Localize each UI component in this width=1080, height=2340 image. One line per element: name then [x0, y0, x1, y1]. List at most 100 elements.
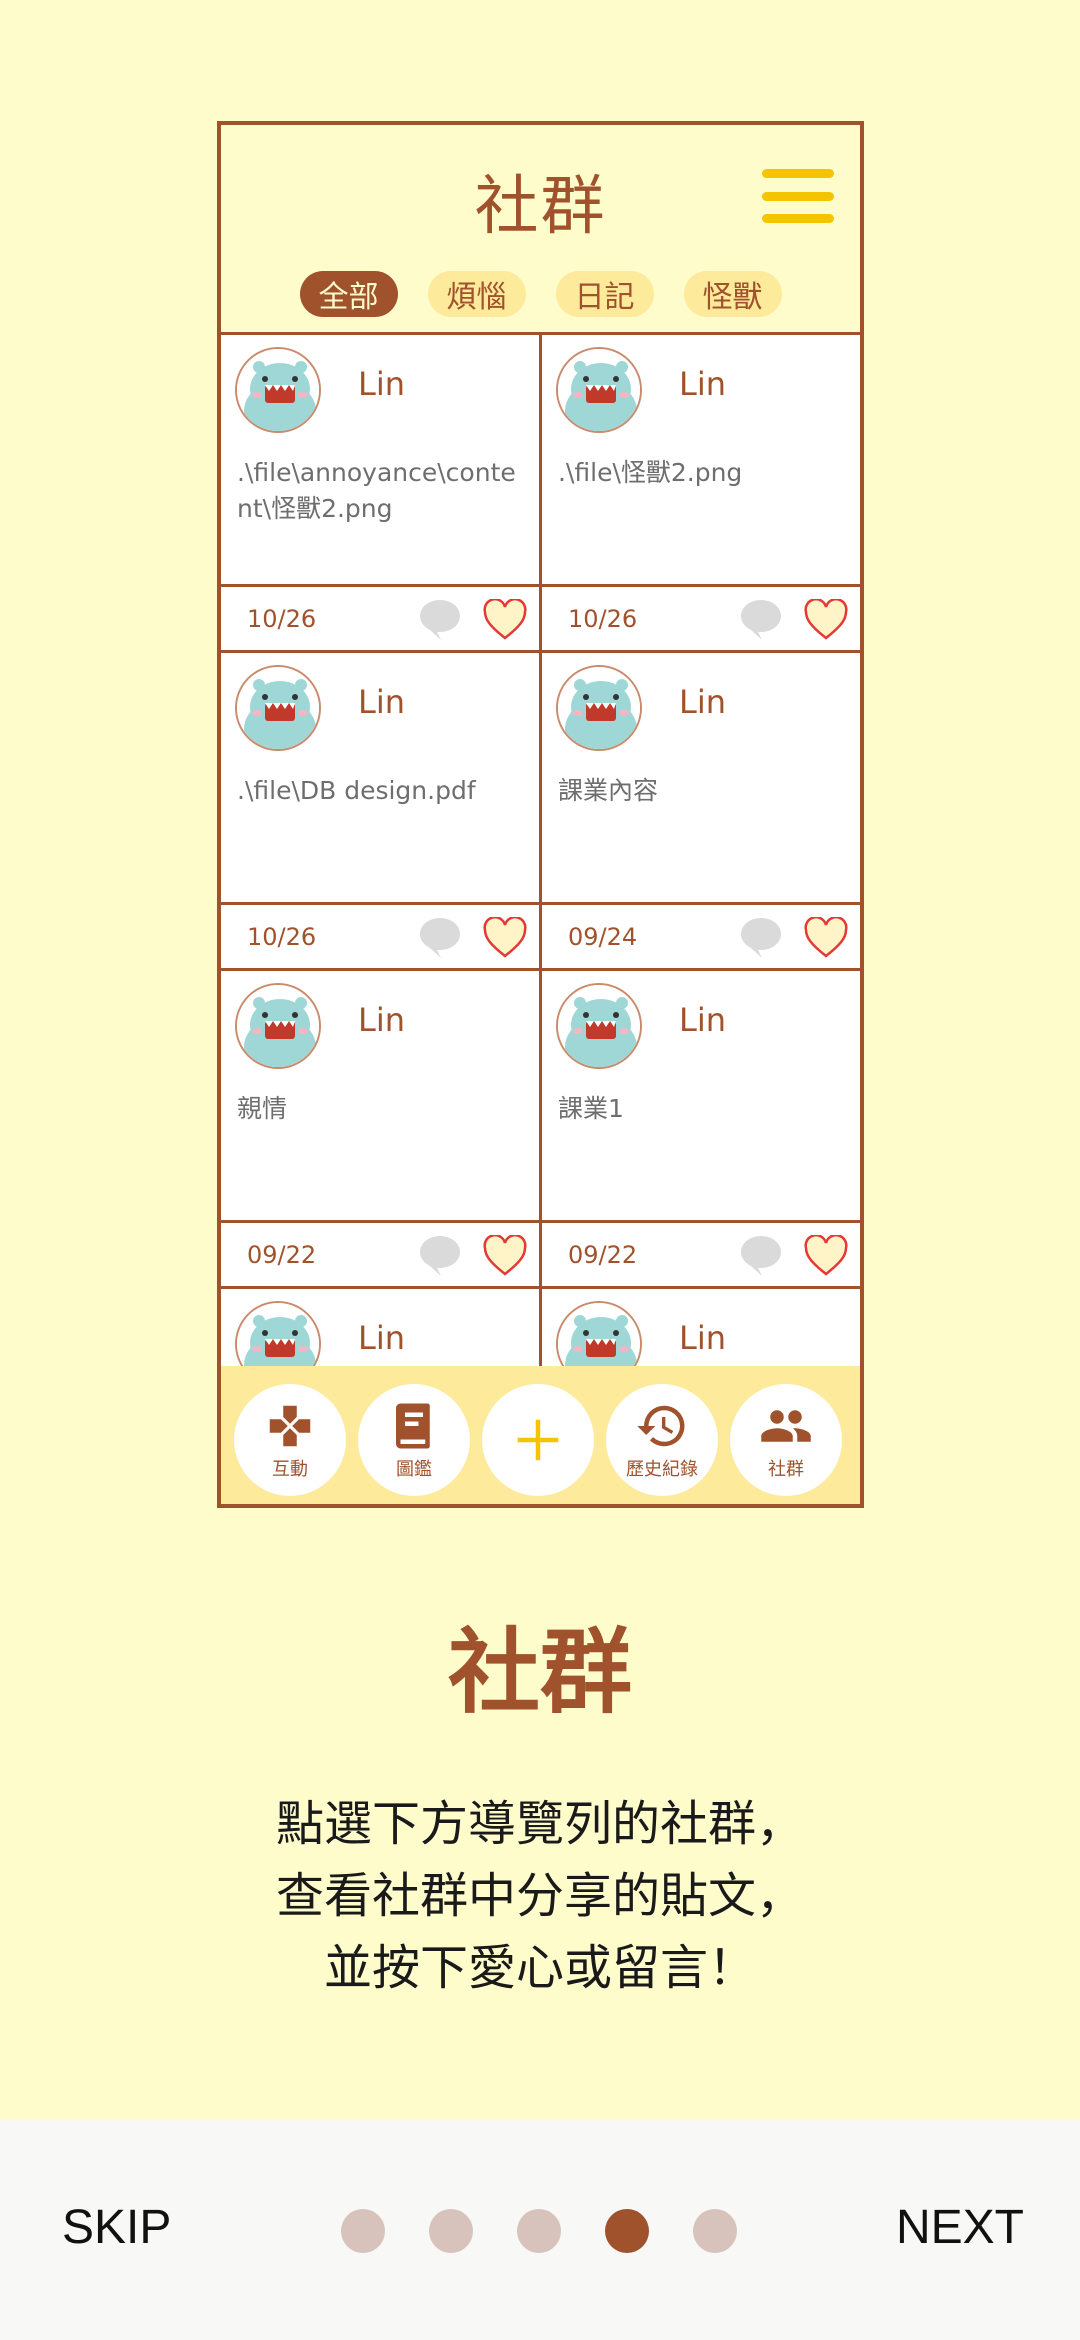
heart-icon: [804, 916, 848, 958]
nav-label: 歷史紀錄: [626, 1459, 698, 1480]
comment-button[interactable]: [738, 1233, 784, 1279]
post-content: .\file\DB design.pdf: [237, 776, 476, 805]
avatar[interactable]: [235, 983, 321, 1069]
post-actions: 09/22: [542, 1220, 860, 1286]
nav-label: 圖鑑: [396, 1459, 432, 1480]
app-header: 社群 全部 煩惱 日記 怪獸: [221, 125, 860, 335]
like-button[interactable]: [804, 1234, 848, 1277]
post-actions: 09/24: [542, 902, 860, 968]
post-username: Lin: [679, 683, 726, 721]
avatar[interactable]: [556, 665, 642, 751]
post-body: Lin .\file\怪獸2.png: [542, 335, 860, 582]
comment-icon: [741, 600, 781, 640]
avatar[interactable]: [235, 347, 321, 433]
comment-button[interactable]: [417, 1233, 463, 1279]
heart-icon: [483, 598, 527, 640]
page-dot[interactable]: [341, 2209, 385, 2253]
monster-avatar-icon: [237, 667, 319, 749]
avatar[interactable]: [556, 347, 642, 433]
intro-title: 社群: [447, 1619, 632, 1726]
tab-monster[interactable]: 怪獸: [683, 271, 782, 317]
hamburger-menu-icon[interactable]: [762, 169, 834, 223]
monster-avatar-icon: [558, 985, 640, 1067]
heart-icon: [804, 1234, 848, 1276]
post-content: .\file\annoyance\content\怪獸2.png: [237, 458, 516, 523]
post-actions: 10/26: [542, 584, 860, 650]
page-dot[interactable]: [605, 2209, 649, 2253]
post-card[interactable]: Lin 課業內容 09/24: [542, 653, 860, 968]
page-dot[interactable]: [693, 2209, 737, 2253]
comment-button[interactable]: [738, 597, 784, 643]
comment-icon: [420, 1236, 460, 1276]
post-content: 課業內容: [558, 776, 659, 805]
tab-annoyance[interactable]: 煩惱: [427, 271, 526, 317]
post-username: Lin: [679, 1319, 726, 1357]
post-card[interactable]: Lin .\file\annoyance\content\怪獸2.png 10/…: [221, 335, 539, 650]
like-button[interactable]: [804, 598, 848, 641]
post-actions: 09/22: [221, 1220, 539, 1286]
nav-encyclopedia-button[interactable]: 圖鑑: [358, 1384, 470, 1496]
post-body: Lin 親情: [221, 971, 539, 1218]
post-body: Lin 課業內容: [542, 653, 860, 900]
book-icon: [396, 1403, 430, 1449]
post-date: 09/22: [247, 1241, 317, 1269]
nav-label: 社群: [768, 1459, 804, 1480]
post-card[interactable]: Lin 親情 09/22: [221, 971, 539, 1286]
plus-icon: [517, 1419, 559, 1461]
like-button[interactable]: [483, 916, 527, 959]
people-icon: [761, 1410, 811, 1442]
intro-line: 點選下方導覽列的社群，: [275, 1796, 804, 1852]
app-screenshot-mockup: 社群 全部 煩惱 日記 怪獸 Lin .\file\annoyance\cont…: [217, 121, 864, 1508]
post-card[interactable]: Lin 課業1 09/22: [542, 971, 860, 1286]
comment-button[interactable]: [417, 915, 463, 961]
avatar[interactable]: [556, 983, 642, 1069]
post-body: Lin 課業1: [542, 971, 860, 1218]
post-body: Lin .\file\annoyance\content\怪獸2.png: [221, 335, 539, 582]
category-tabs: 全部 煩惱 日記 怪獸: [221, 271, 860, 317]
post-username: Lin: [679, 365, 726, 403]
intro-line: 查看社群中分享的貼文，: [275, 1868, 804, 1924]
page-indicator: [341, 2209, 737, 2253]
monster-avatar-icon: [237, 985, 319, 1067]
post-body: Lin .\file\DB design.pdf: [221, 653, 539, 900]
post-username: Lin: [358, 683, 405, 721]
post-username: Lin: [358, 365, 405, 403]
post-card[interactable]: Lin .\file\怪獸2.png 10/26: [542, 335, 860, 650]
like-button[interactable]: [483, 1234, 527, 1277]
heart-icon: [483, 1234, 527, 1276]
like-button[interactable]: [483, 598, 527, 641]
onboarding-footer: SKIP NEXT: [0, 2120, 1080, 2340]
intro-description: 點選下方導覽列的社群， 查看社群中分享的貼文， 並按下愛心或留言！: [0, 1788, 1080, 2004]
post-content: 課業1: [558, 1094, 624, 1123]
nav-community-button[interactable]: 社群: [730, 1384, 842, 1496]
skip-button[interactable]: SKIP: [62, 2200, 171, 2255]
comment-icon: [741, 918, 781, 958]
gamepad-icon: [269, 1405, 311, 1447]
comment-icon: [741, 1236, 781, 1276]
nav-history-button[interactable]: 歷史紀錄: [606, 1384, 718, 1496]
like-button[interactable]: [804, 916, 848, 959]
history-icon: [637, 1405, 685, 1447]
page-dot[interactable]: [517, 2209, 561, 2253]
avatar[interactable]: [235, 665, 321, 751]
post-card[interactable]: Lin .\file\DB design.pdf 10/26: [221, 653, 539, 968]
bottom-nav: 互動 圖鑑 歷史紀錄 社群: [221, 1366, 860, 1504]
comment-icon: [420, 600, 460, 640]
post-grid: Lin .\file\annoyance\content\怪獸2.png 10/…: [221, 335, 860, 1504]
intro-line: 並按下愛心或留言！: [323, 1940, 756, 1996]
heart-icon: [483, 916, 527, 958]
comment-button[interactable]: [417, 597, 463, 643]
comment-button[interactable]: [738, 915, 784, 961]
comment-icon: [420, 918, 460, 958]
tab-all[interactable]: 全部: [299, 271, 398, 317]
post-date: 10/26: [568, 605, 638, 633]
nav-add-button[interactable]: [482, 1384, 594, 1496]
heart-icon: [804, 598, 848, 640]
post-content: .\file\怪獸2.png: [558, 458, 743, 487]
tab-diary[interactable]: 日記: [555, 271, 654, 317]
page-dot[interactable]: [429, 2209, 473, 2253]
next-button[interactable]: NEXT: [896, 2200, 1024, 2255]
nav-interaction-button[interactable]: 互動: [234, 1384, 346, 1496]
post-date: 10/26: [247, 923, 317, 951]
post-content: 親情: [237, 1094, 288, 1123]
